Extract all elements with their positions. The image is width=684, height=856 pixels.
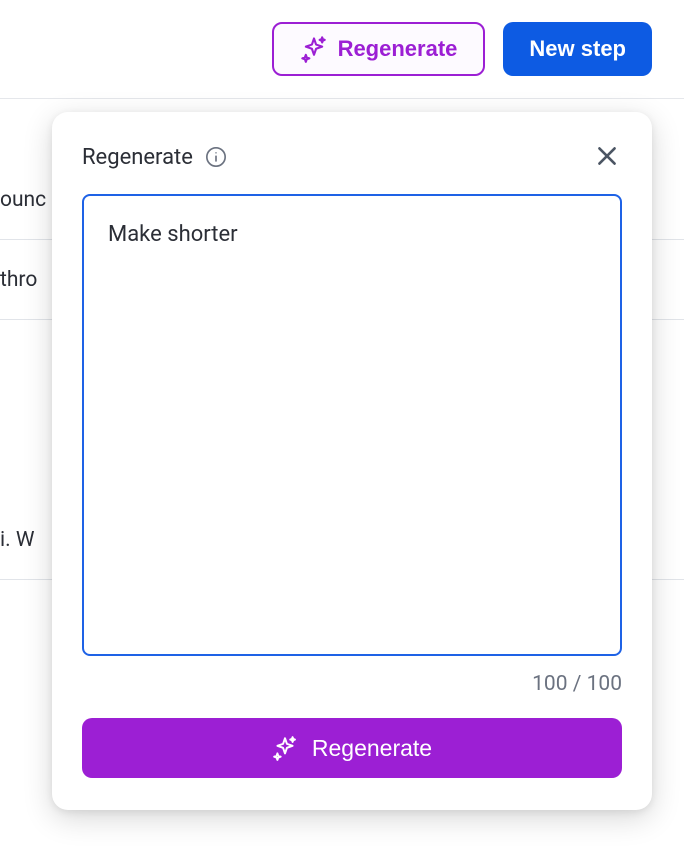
regenerate-submit-button[interactable]: Regenerate <box>82 718 622 778</box>
sparkle-icon <box>272 735 298 761</box>
regenerate-submit-label: Regenerate <box>312 735 432 762</box>
new-step-label: New step <box>529 36 626 62</box>
modal-header: Regenerate <box>82 142 622 172</box>
close-button[interactable] <box>592 142 622 172</box>
regenerate-input[interactable] <box>82 194 622 656</box>
regenerate-label: Regenerate <box>338 36 458 62</box>
close-icon <box>594 143 620 172</box>
char-counter: 100 / 100 <box>82 672 622 696</box>
info-icon[interactable] <box>205 146 227 168</box>
modal-title-group: Regenerate <box>82 145 227 170</box>
regenerate-button[interactable]: Regenerate <box>272 22 486 76</box>
top-bar: Regenerate New step <box>0 0 684 99</box>
modal-title: Regenerate <box>82 145 193 170</box>
regenerate-modal: Regenerate 100 / 100 <box>52 112 652 810</box>
sparkle-icon <box>300 35 328 63</box>
new-step-button[interactable]: New step <box>503 22 652 76</box>
textarea-wrap <box>82 194 622 660</box>
